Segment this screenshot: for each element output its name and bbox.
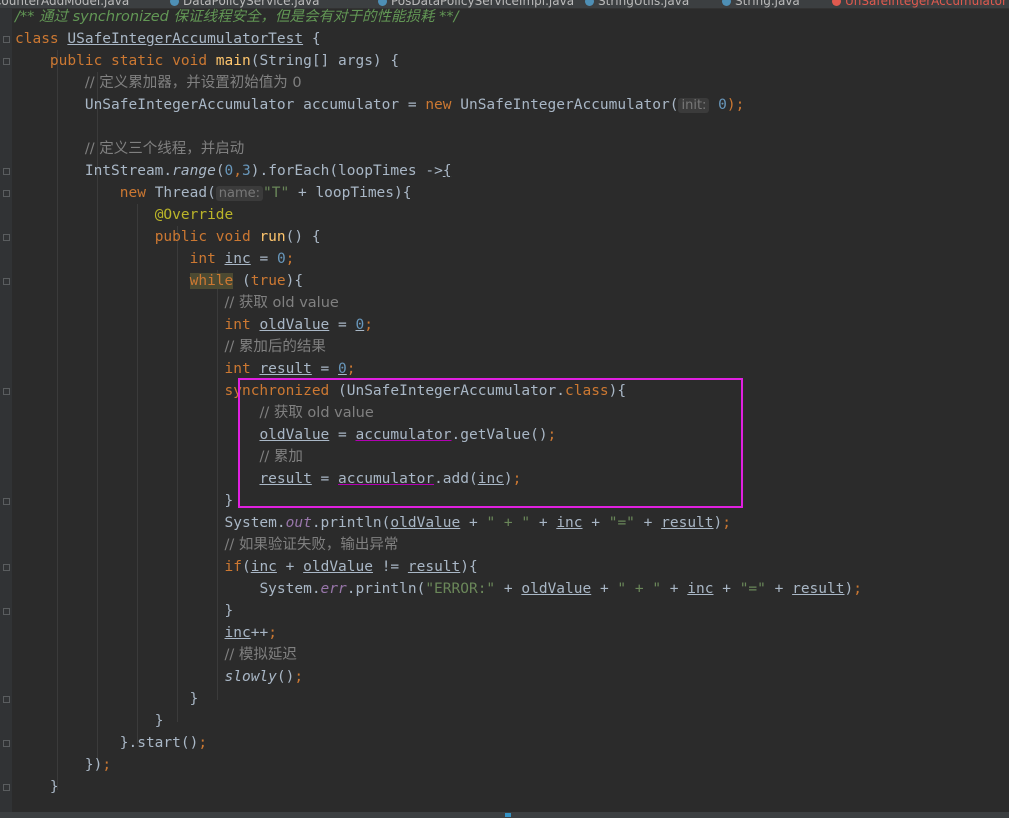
synchronized-block-highlight bbox=[238, 378, 743, 508]
code-line: // 定义三个线程，并启动 bbox=[84, 141, 245, 157]
editor-tab[interactable]: String.java bbox=[722, 0, 800, 8]
code-line: slowly(); bbox=[224, 669, 304, 685]
code-line: } bbox=[224, 603, 234, 619]
code-line: int oldValue = 0; bbox=[224, 317, 373, 333]
scroll-thumb[interactable] bbox=[505, 813, 511, 817]
code-line: // 定义累加器，并设置初始值为 0 bbox=[84, 75, 302, 91]
code-line: } bbox=[49, 779, 59, 795]
method-run[interactable]: run bbox=[259, 229, 285, 245]
fold-marker-icon[interactable] bbox=[3, 498, 10, 505]
fold-marker-icon[interactable] bbox=[3, 58, 10, 65]
code-line: int result = 0; bbox=[224, 361, 356, 377]
code-line: class USafeIntegerAccumulatorTest { bbox=[15, 31, 321, 47]
fold-marker-icon[interactable] bbox=[3, 608, 10, 615]
editor-tab[interactable]: StringUtils.java bbox=[585, 0, 689, 8]
java-file-icon bbox=[722, 0, 731, 6]
editor-gutter[interactable] bbox=[0, 8, 12, 812]
fold-marker-icon[interactable] bbox=[3, 564, 10, 571]
code-line: } bbox=[154, 713, 164, 729]
class-name[interactable]: USafeIntegerAccumulatorTest bbox=[67, 31, 303, 47]
fold-marker-icon[interactable] bbox=[3, 168, 10, 175]
code-line: }.start(); bbox=[119, 735, 208, 751]
parameter-hint: init: bbox=[678, 98, 710, 113]
fold-marker-icon[interactable] bbox=[3, 36, 10, 43]
fold-marker-icon[interactable] bbox=[3, 190, 10, 197]
editor-tab-active[interactable]: UnSafeIntegerAccumulatorTest bbox=[832, 0, 1009, 8]
code-line: /** 通过 synchronized 保证线程安全，但是会有对于的性能损耗 *… bbox=[15, 9, 459, 25]
code-line: }); bbox=[84, 757, 112, 773]
code-line: IntStream.range(0,3).forEach(loopTimes -… bbox=[84, 163, 452, 179]
fold-marker-icon[interactable] bbox=[3, 234, 10, 241]
java-file-icon bbox=[832, 0, 841, 6]
java-file-icon bbox=[585, 0, 594, 6]
code-line: while (true){ bbox=[189, 273, 304, 289]
code-line: } bbox=[189, 691, 199, 707]
fold-marker-icon[interactable] bbox=[3, 740, 10, 747]
code-line: System.out.println(oldValue + " + " + in… bbox=[224, 515, 731, 531]
code-line: public void run() { bbox=[154, 229, 321, 245]
code-line: public static void main(String[] args) { bbox=[49, 53, 400, 69]
code-line: // 获取 old value bbox=[224, 295, 339, 311]
code-line: inc++; bbox=[224, 625, 277, 641]
fold-marker-icon[interactable] bbox=[3, 784, 10, 791]
fold-marker-icon[interactable] bbox=[3, 388, 10, 395]
code-line: // 如果验证失败，输出异常 bbox=[224, 537, 399, 553]
parameter-hint: name: bbox=[215, 186, 264, 201]
method-main[interactable]: main bbox=[216, 53, 251, 69]
code-line: @Override bbox=[154, 207, 234, 223]
code-line: // 累加后的结果 bbox=[224, 339, 326, 355]
code-line: System.err.println("ERROR:" + oldValue +… bbox=[259, 581, 862, 597]
code-line: int inc = 0; bbox=[189, 251, 295, 267]
code-line: new Thread(name: "T" + loopTimes){ bbox=[119, 185, 412, 201]
code-line: // 模拟延迟 bbox=[224, 647, 297, 663]
code-line: if(inc + oldValue != result){ bbox=[224, 559, 478, 575]
code-line: } bbox=[224, 493, 234, 509]
fold-marker-icon[interactable] bbox=[3, 278, 10, 285]
fold-marker-icon[interactable] bbox=[3, 696, 10, 703]
code-line: UnSafeIntegerAccumulator accumulator = n… bbox=[84, 97, 745, 113]
